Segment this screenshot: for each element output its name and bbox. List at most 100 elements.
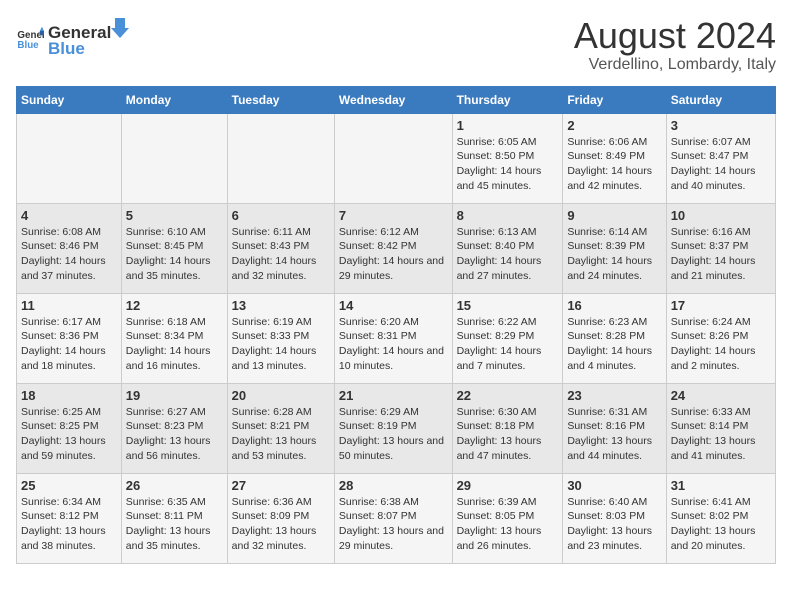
calendar-cell [17, 113, 122, 203]
day-number: 2 [567, 118, 661, 133]
day-info: Sunrise: 6:39 AMSunset: 8:05 PMDaylight:… [457, 495, 559, 554]
column-header-friday: Friday [563, 86, 666, 113]
calendar-cell: 12Sunrise: 6:18 AMSunset: 8:34 PMDayligh… [121, 293, 227, 383]
column-header-thursday: Thursday [452, 86, 563, 113]
day-info: Sunrise: 6:17 AMSunset: 8:36 PMDaylight:… [21, 315, 117, 374]
page-header: General Blue General Blue August 2024 Ve… [16, 16, 776, 74]
day-info: Sunrise: 6:23 AMSunset: 8:28 PMDaylight:… [567, 315, 661, 374]
calendar-cell [227, 113, 334, 203]
day-number: 17 [671, 298, 771, 313]
day-number: 20 [232, 388, 330, 403]
calendar-cell: 28 Sunrise: 6:38 AMSunset: 8:07 PMDayligh… [334, 473, 452, 563]
day-info: Sunrise: 6:29 AMSunset: 8:19 PMDaylight:… [339, 405, 448, 464]
day-number: 10 [671, 208, 771, 223]
calendar-cell: 24Sunrise: 6:33 AMSunset: 8:14 PMDayligh… [666, 383, 775, 473]
day-info: Sunrise: 6:20 AMSunset: 8:31 PMDaylight:… [339, 315, 448, 374]
calendar-cell: 15 Sunrise: 6:22 AMSunset: 8:29 PMDayligh… [452, 293, 563, 383]
day-number: 16 [567, 298, 661, 313]
day-info: Sunrise: 6:28 AMSunset: 8:21 PMDaylight:… [232, 405, 330, 464]
calendar-cell: 25 Sunrise: 6:34 AMSunset: 8:12 PMDayligh… [17, 473, 122, 563]
calendar-week-row: 11 Sunrise: 6:17 AMSunset: 8:36 PMDayligh… [17, 293, 776, 383]
day-number: 27 [232, 478, 330, 493]
calendar-week-row: 25 Sunrise: 6:34 AMSunset: 8:12 PMDayligh… [17, 473, 776, 563]
day-info: Sunrise: 6:10 AMSunset: 8:45 PMDaylight:… [126, 225, 223, 284]
calendar-cell: 6 Sunrise: 6:11 AMSunset: 8:43 PMDaylight… [227, 203, 334, 293]
day-info: Sunrise: 6:36 AMSunset: 8:09 PMDaylight:… [232, 495, 330, 554]
logo-arrow-icon [111, 16, 129, 38]
calendar-week-row: 18Sunrise: 6:25 AMSunset: 8:25 PMDayligh… [17, 383, 776, 473]
day-number: 5 [126, 208, 223, 223]
day-info: Sunrise: 6:35 AMSunset: 8:11 PMDaylight:… [126, 495, 223, 554]
day-info: Sunrise: 6:38 AMSunset: 8:07 PMDaylight:… [339, 495, 448, 554]
calendar-cell: 21 Sunrise: 6:29 AMSunset: 8:19 PMDayligh… [334, 383, 452, 473]
day-number: 11 [21, 298, 117, 313]
calendar-cell: 18Sunrise: 6:25 AMSunset: 8:25 PMDayligh… [17, 383, 122, 473]
title-section: August 2024 Verdellino, Lombardy, Italy [574, 16, 776, 74]
calendar-cell: 29Sunrise: 6:39 AMSunset: 8:05 PMDayligh… [452, 473, 563, 563]
day-info: Sunrise: 6:14 AMSunset: 8:39 PMDaylight:… [567, 225, 661, 284]
calendar-cell: 27 Sunrise: 6:36 AMSunset: 8:09 PMDayligh… [227, 473, 334, 563]
column-header-wednesday: Wednesday [334, 86, 452, 113]
day-info: Sunrise: 6:24 AMSunset: 8:26 PMDaylight:… [671, 315, 771, 374]
calendar-table: SundayMondayTuesdayWednesdayThursdayFrid… [16, 86, 776, 564]
calendar-cell: 31Sunrise: 6:41 AMSunset: 8:02 PMDayligh… [666, 473, 775, 563]
calendar-cell: 4Sunrise: 6:08 AMSunset: 8:46 PMDaylight… [17, 203, 122, 293]
day-info: Sunrise: 6:30 AMSunset: 8:18 PMDaylight:… [457, 405, 559, 464]
day-info: Sunrise: 6:22 AMSunset: 8:29 PMDaylight:… [457, 315, 559, 374]
day-number: 19 [126, 388, 223, 403]
calendar-header-row: SundayMondayTuesdayWednesdayThursdayFrid… [17, 86, 776, 113]
day-number: 1 [457, 118, 559, 133]
day-number: 3 [671, 118, 771, 133]
column-header-tuesday: Tuesday [227, 86, 334, 113]
calendar-cell: 1 Sunrise: 6:05 AMSunset: 8:50 PMDaylight… [452, 113, 563, 203]
calendar-cell: 13Sunrise: 6:19 AMSunset: 8:33 PMDayligh… [227, 293, 334, 383]
subtitle: Verdellino, Lombardy, Italy [574, 56, 776, 74]
calendar-cell: 30 Sunrise: 6:40 AMSunset: 8:03 PMDayligh… [563, 473, 666, 563]
calendar-cell: 19 Sunrise: 6:27 AMSunset: 8:23 PMDayligh… [121, 383, 227, 473]
day-info: Sunrise: 6:16 AMSunset: 8:37 PMDaylight:… [671, 225, 771, 284]
day-number: 21 [339, 388, 448, 403]
calendar-cell: 22 Sunrise: 6:30 AMSunset: 8:18 PMDayligh… [452, 383, 563, 473]
day-number: 6 [232, 208, 330, 223]
calendar-cell: 23 Sunrise: 6:31 AMSunset: 8:16 PMDayligh… [563, 383, 666, 473]
day-info: Sunrise: 6:12 AMSunset: 8:42 PMDaylight:… [339, 225, 448, 284]
column-header-sunday: Sunday [17, 86, 122, 113]
logo: General Blue General Blue [16, 16, 129, 59]
day-info: Sunrise: 6:34 AMSunset: 8:12 PMDaylight:… [21, 495, 117, 554]
column-header-saturday: Saturday [666, 86, 775, 113]
day-number: 23 [567, 388, 661, 403]
calendar-cell: 7Sunrise: 6:12 AMSunset: 8:42 PMDaylight… [334, 203, 452, 293]
calendar-cell [334, 113, 452, 203]
day-number: 9 [567, 208, 661, 223]
day-number: 31 [671, 478, 771, 493]
calendar-cell: 16 Sunrise: 6:23 AMSunset: 8:28 PMDayligh… [563, 293, 666, 383]
day-info: Sunrise: 6:18 AMSunset: 8:34 PMDaylight:… [126, 315, 223, 374]
day-number: 25 [21, 478, 117, 493]
day-number: 14 [339, 298, 448, 313]
day-number: 15 [457, 298, 559, 313]
day-info: Sunrise: 6:33 AMSunset: 8:14 PMDaylight:… [671, 405, 771, 464]
day-number: 8 [457, 208, 559, 223]
day-number: 26 [126, 478, 223, 493]
calendar-cell: 2Sunrise: 6:06 AMSunset: 8:49 PMDaylight… [563, 113, 666, 203]
day-info: Sunrise: 6:13 AMSunset: 8:40 PMDaylight:… [457, 225, 559, 284]
calendar-cell: 3Sunrise: 6:07 AMSunset: 8:47 PMDaylight… [666, 113, 775, 203]
day-info: Sunrise: 6:25 AMSunset: 8:25 PMDaylight:… [21, 405, 117, 464]
day-number: 30 [567, 478, 661, 493]
day-number: 28 [339, 478, 448, 493]
day-info: Sunrise: 6:40 AMSunset: 8:03 PMDaylight:… [567, 495, 661, 554]
calendar-cell: 17 Sunrise: 6:24 AMSunset: 8:26 PMDayligh… [666, 293, 775, 383]
day-info: Sunrise: 6:31 AMSunset: 8:16 PMDaylight:… [567, 405, 661, 464]
day-number: 4 [21, 208, 117, 223]
calendar-cell: 20 Sunrise: 6:28 AMSunset: 8:21 PMDayligh… [227, 383, 334, 473]
day-info: Sunrise: 6:19 AMSunset: 8:33 PMDaylight:… [232, 315, 330, 374]
main-title: August 2024 [574, 16, 776, 56]
calendar-cell: 10 Sunrise: 6:16 AMSunset: 8:37 PMDayligh… [666, 203, 775, 293]
column-header-monday: Monday [121, 86, 227, 113]
day-info: Sunrise: 6:05 AMSunset: 8:50 PMDaylight:… [457, 135, 559, 194]
calendar-week-row: 4Sunrise: 6:08 AMSunset: 8:46 PMDaylight… [17, 203, 776, 293]
day-info: Sunrise: 6:11 AMSunset: 8:43 PMDaylight:… [232, 225, 330, 284]
day-number: 22 [457, 388, 559, 403]
calendar-cell: 9 Sunrise: 6:14 AMSunset: 8:39 PMDaylight… [563, 203, 666, 293]
day-info: Sunrise: 6:27 AMSunset: 8:23 PMDaylight:… [126, 405, 223, 464]
